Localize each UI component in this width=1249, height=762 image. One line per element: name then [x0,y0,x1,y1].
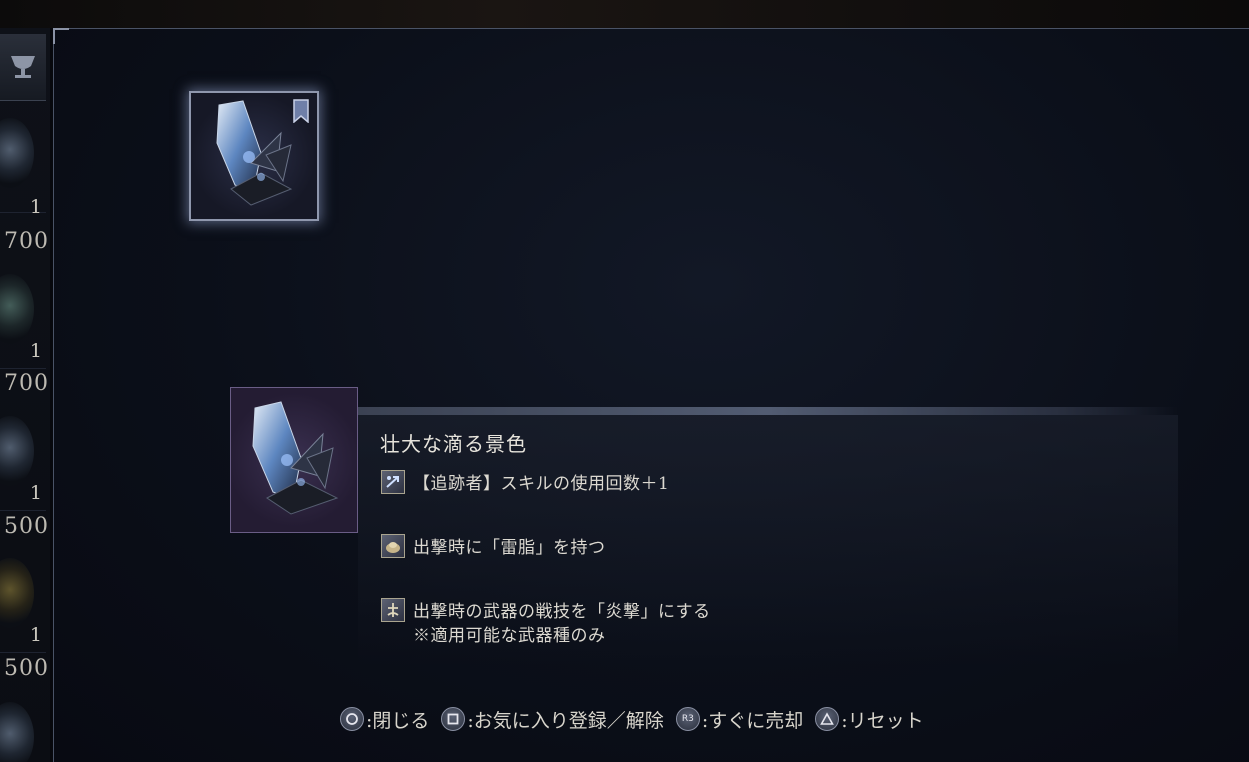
inventory-slot[interactable]: 1 [0,402,46,511]
relic-gem-icon [0,274,34,344]
relic-gem-icon [0,416,34,486]
inventory-slot[interactable]: 1 [0,104,46,218]
effect-row: 出撃時に「雷脂」を持つ [381,534,606,560]
item-price: 700 [4,229,49,254]
background-strip [0,0,1249,28]
circle-button-icon [340,707,364,731]
pursuer-skill-icon [381,470,405,494]
inventory-slot[interactable]: 1 [0,260,46,369]
reset-prompt[interactable]: :リセット [815,706,924,733]
square-button-icon [441,707,466,731]
effect-note: ※適用可能な武器種のみ [413,626,606,646]
effect-text: 出撃時の武器の戦技を「炎撃」にする [413,602,711,622]
item-name: 壮大な滴る景色 [380,432,527,456]
item-count: 1 [29,196,42,218]
favorite-prompt[interactable]: :お気に入り登録／解除 [441,706,664,733]
crystal-relic-icon [252,401,339,515]
reset-label: :リセット [841,709,924,732]
item-price: 500 [4,656,49,681]
r3-button-icon: R3 [675,707,700,731]
close-label: :閉じる [366,709,430,732]
sell-label: :すぐに売却 [701,709,804,732]
close-prompt[interactable]: :閉じる [340,706,429,733]
effect-text: 【追跡者】スキルの使用回数＋1 [413,474,670,494]
weapon-skill-icon [381,598,405,622]
relic-gem-icon [0,118,34,188]
triangle-button-icon [815,707,840,731]
inventory-slot[interactable] [0,688,46,762]
item-count: 1 [29,340,42,362]
item-price: 700 [4,371,49,396]
item-count: 1 [29,482,42,504]
favorite-label: :お気に入り登録／解除 [467,709,664,732]
effect-row: 出撃時の武器の戦技を「炎撃」にする ※適用可能な武器種のみ [381,598,711,648]
inventory-column: 1 700 1 700 1 500 1 500 [0,28,50,762]
thunder-resin-icon [381,534,405,558]
chalice-icon [11,56,35,78]
chalice-tab-icon[interactable] [0,34,46,101]
detail-relic-thumbnail [230,387,358,533]
inventory-slot[interactable]: 1 [0,544,46,653]
sell-prompt[interactable]: R3 :すぐに売却 [675,706,804,733]
selected-relic-slot[interactable] [189,91,319,221]
relic-gem-icon [0,558,34,628]
detail-header-band [358,407,1178,415]
relic-gem-icon [0,702,34,762]
bookmark-icon [293,99,309,123]
item-price: 500 [4,514,49,539]
effect-row: 【追跡者】スキルの使用回数＋1 [381,470,670,496]
item-count: 1 [29,624,42,646]
button-prompt-bar: :閉じる :お気に入り登録／解除 R3 :すぐに売却 :リセット [340,704,936,734]
panel-corner-ornament [53,28,69,44]
effect-text: 出撃時に「雷脂」を持つ [413,538,606,558]
